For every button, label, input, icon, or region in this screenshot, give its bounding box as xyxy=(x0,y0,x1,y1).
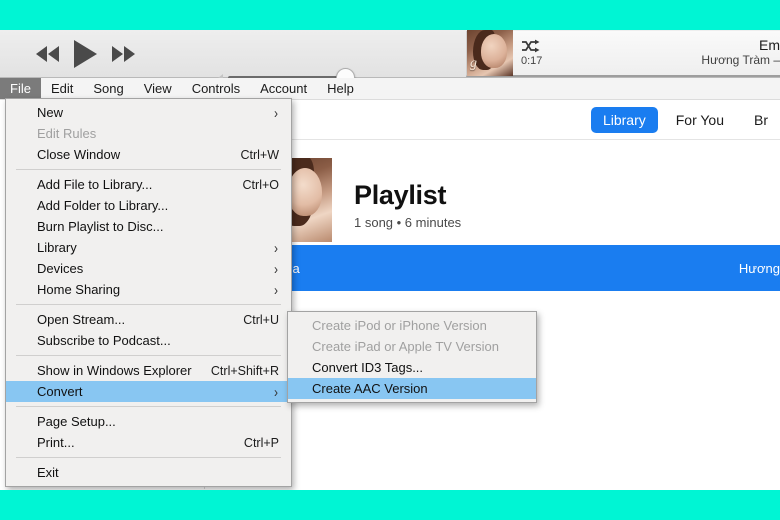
menu-item-label: Print... xyxy=(37,435,75,450)
menu-item-new[interactable]: New › xyxy=(6,102,291,123)
menu-item-print[interactable]: Print... Ctrl+P xyxy=(6,432,291,453)
menu-item-label: Burn Playlist to Disc... xyxy=(37,219,164,234)
file-menu-popup[interactable]: New › Edit Rules Close Window Ctrl+W Add… xyxy=(5,98,292,487)
menu-item-devices[interactable]: Devices › xyxy=(6,258,291,279)
shuffle-icon[interactable] xyxy=(521,39,543,53)
menu-item-close-window[interactable]: Close Window Ctrl+W xyxy=(6,144,291,165)
menu-item-label: Add File to Library... xyxy=(37,177,153,192)
menu-item-burn-playlist-to-disc[interactable]: Burn Playlist to Disc... xyxy=(6,216,291,237)
menu-item-label: Convert xyxy=(37,384,83,399)
menu-item-subscribe-to-podcast[interactable]: Subscribe to Podcast... xyxy=(6,330,291,351)
content-tabs: Library For You Br xyxy=(206,100,780,140)
menu-separator xyxy=(16,169,281,170)
now-playing-left: 0:17 xyxy=(513,39,579,67)
now-playing-title: Em xyxy=(759,38,780,53)
play-icon xyxy=(74,40,97,68)
chevron-right-icon: › xyxy=(274,382,278,401)
menu-item-label: Close Window xyxy=(37,147,121,162)
track-artist: Hương xyxy=(738,260,780,276)
chevron-right-icon: › xyxy=(274,280,278,299)
menu-item-label: Subscribe to Podcast... xyxy=(37,333,171,348)
transport-controls xyxy=(36,38,135,70)
menu-item-label: Show in Windows Explorer xyxy=(37,363,192,378)
menu-item-exit[interactable]: Exit xyxy=(6,462,291,483)
submenu-item-convert-id3-tags[interactable]: Convert ID3 Tags... xyxy=(288,357,536,378)
menubar-item-song[interactable]: Song xyxy=(83,78,133,99)
menubar-item-edit[interactable]: Edit xyxy=(41,78,83,99)
menu-item-home-sharing[interactable]: Home Sharing › xyxy=(6,279,291,300)
album-art-logo: g xyxy=(470,56,477,71)
menu-item-show-in-windows-explorer[interactable]: Show in Windows Explorer Ctrl+Shift+R xyxy=(6,360,291,381)
menubar-item-account[interactable]: Account xyxy=(250,78,317,99)
chevron-right-icon: › xyxy=(274,103,278,122)
menu-item-convert[interactable]: Convert › xyxy=(6,381,291,402)
now-playing-album-art: g xyxy=(467,30,513,76)
menu-item-add-folder-to-library[interactable]: Add Folder to Library... xyxy=(6,195,291,216)
menu-item-label: Convert ID3 Tags... xyxy=(312,360,424,375)
menu-item-edit-rules: Edit Rules xyxy=(6,123,291,144)
menu-item-label: Library xyxy=(37,240,77,255)
menubar-item-file[interactable]: File xyxy=(0,78,41,99)
menu-bar: File Edit Song View Controls Account Hel… xyxy=(0,78,780,100)
screenshot-root: g 0:17 Em Hương Tràm – File Edit Song Vi… xyxy=(0,0,780,520)
menu-item-add-file-to-library[interactable]: Add File to Library... Ctrl+O xyxy=(6,174,291,195)
player-toolbar: g 0:17 Em Hương Tràm – xyxy=(0,30,780,87)
menu-separator xyxy=(16,355,281,356)
menu-separator xyxy=(16,304,281,305)
menubar-item-controls[interactable]: Controls xyxy=(182,78,250,99)
menu-item-open-stream[interactable]: Open Stream... Ctrl+U xyxy=(6,309,291,330)
menu-item-accel: Ctrl+O xyxy=(242,177,279,192)
chevron-right-icon: › xyxy=(274,238,278,257)
next-button[interactable] xyxy=(111,46,135,62)
submenu-item-create-ipod-or-iphone-version: Create iPod or iPhone Version xyxy=(288,315,536,336)
rewind-icon xyxy=(36,46,60,62)
playlist-meta: Playlist 1 song • 6 minutes xyxy=(354,158,461,230)
submenu-item-create-aac-version[interactable]: Create AAC Version xyxy=(288,378,536,399)
menu-item-accel: Ctrl+Shift+R xyxy=(210,363,279,378)
playlist-header: Playlist 1 song • 6 minutes xyxy=(206,140,780,245)
menu-item-label: Create AAC Version xyxy=(312,381,428,396)
tab-library[interactable]: Library xyxy=(590,106,658,133)
page-title: Playlist xyxy=(354,180,447,210)
now-playing-artist: Hương Tràm – xyxy=(701,53,780,67)
menu-item-label: New xyxy=(37,105,64,120)
album-art-face xyxy=(481,34,507,68)
now-playing-panel[interactable]: g 0:17 Em Hương Tràm – xyxy=(466,30,780,77)
itunes-window: g 0:17 Em Hương Tràm – File Edit Song Vi… xyxy=(0,30,780,490)
menu-item-accel: Ctrl+P xyxy=(243,435,279,450)
tab-for-you[interactable]: For You xyxy=(664,107,736,133)
play-button[interactable] xyxy=(74,40,97,68)
menu-item-label: Devices xyxy=(37,261,84,276)
menu-separator xyxy=(16,457,281,458)
menubar-item-view[interactable]: View xyxy=(134,78,182,99)
menu-item-label: Create iPad or Apple TV Version xyxy=(312,339,499,354)
tab-browse[interactable]: Br xyxy=(742,107,780,133)
menu-item-label: Open Stream... xyxy=(37,312,126,327)
elapsed-time: 0:17 xyxy=(521,55,543,67)
menu-item-label: Page Setup... xyxy=(37,414,116,429)
menu-item-accel: Ctrl+W xyxy=(240,147,279,162)
previous-button[interactable] xyxy=(36,46,60,62)
menu-item-label: Edit Rules xyxy=(37,126,97,141)
playlist-subtitle: 1 song • 6 minutes xyxy=(354,215,462,230)
menu-item-library[interactable]: Library › xyxy=(6,237,291,258)
menu-item-page-setup[interactable]: Page Setup... xyxy=(6,411,291,432)
submenu-item-create-ipad-or-apple-tv-version: Create iPad or Apple TV Version xyxy=(288,336,536,357)
menu-item-label: Create iPod or iPhone Version xyxy=(312,318,487,333)
fast-forward-icon xyxy=(111,46,135,62)
content-pane: Library For You Br Playlist 1 song • 6 m… xyxy=(206,100,780,489)
menu-item-label: Home Sharing xyxy=(37,282,121,297)
menubar-item-help[interactable]: Help xyxy=(317,78,364,99)
playlist-artwork-face xyxy=(288,168,322,216)
menu-item-label: Add Folder to Library... xyxy=(37,198,169,213)
frame-band-bottom xyxy=(0,490,780,520)
frame-band-top xyxy=(0,0,780,30)
menu-item-accel: Ctrl+U xyxy=(243,312,279,327)
table-row[interactable]: Em Gái Mưa Hương xyxy=(206,245,780,291)
convert-submenu-popup[interactable]: Create iPod or iPhone Version Create iPa… xyxy=(287,311,537,403)
chevron-right-icon: › xyxy=(274,259,278,278)
menu-separator xyxy=(16,406,281,407)
now-playing-text: Em Hương Tràm – xyxy=(579,38,780,68)
menu-item-label: Exit xyxy=(37,465,59,480)
